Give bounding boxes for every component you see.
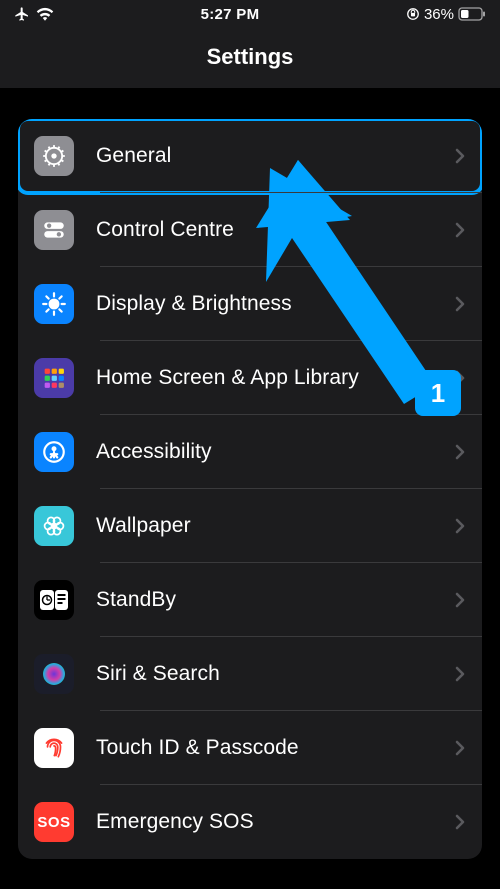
wifi-icon (36, 7, 54, 21)
control-centre-icon (34, 210, 74, 250)
row-label: Control Centre (96, 218, 454, 242)
row-label: Siri & Search (96, 662, 454, 686)
row-label: General (96, 144, 454, 168)
settings-row-general[interactable]: General (18, 119, 482, 193)
siri-icon (34, 654, 74, 694)
settings-row-accessibility[interactable]: Accessibility (18, 415, 482, 489)
battery-percent: 36% (424, 6, 454, 23)
settings-row-siri[interactable]: Siri & Search (18, 637, 482, 711)
settings-row-control-centre[interactable]: Control Centre (18, 193, 482, 267)
status-left (14, 6, 54, 22)
chevron-right-icon (454, 369, 466, 387)
standby-icon (34, 580, 74, 620)
orientation-lock-icon (406, 7, 420, 21)
status-right: 36% (406, 6, 486, 23)
row-label: Home Screen & App Library (96, 366, 454, 390)
row-label: Accessibility (96, 440, 454, 464)
home-screen-icon (34, 358, 74, 398)
chevron-right-icon (454, 221, 466, 239)
status-bar: 5:27 PM 36% (0, 0, 500, 28)
settings-row-display[interactable]: Display & Brightness (18, 267, 482, 341)
airplane-icon (14, 6, 30, 22)
display-icon (34, 284, 74, 324)
chevron-right-icon (454, 147, 466, 165)
row-label: Wallpaper (96, 514, 454, 538)
status-time: 5:27 PM (201, 6, 260, 23)
chevron-right-icon (454, 665, 466, 683)
chevron-right-icon (454, 591, 466, 609)
settings-row-sos[interactable]: SOS Emergency SOS (18, 785, 482, 859)
row-label: StandBy (96, 588, 454, 612)
sos-icon: SOS (34, 802, 74, 842)
chevron-right-icon (454, 295, 466, 313)
general-icon (34, 136, 74, 176)
chevron-right-icon (454, 443, 466, 461)
chevron-right-icon (454, 517, 466, 535)
settings-row-standby[interactable]: StandBy (18, 563, 482, 637)
row-label: Emergency SOS (96, 810, 454, 834)
row-label: Touch ID & Passcode (96, 736, 454, 760)
accessibility-icon (34, 432, 74, 472)
touchid-icon (34, 728, 74, 768)
chevron-right-icon (454, 813, 466, 831)
settings-row-wallpaper[interactable]: Wallpaper (18, 489, 482, 563)
row-label: Display & Brightness (96, 292, 454, 316)
settings-row-home-screen[interactable]: Home Screen & App Library (18, 341, 482, 415)
chevron-right-icon (454, 739, 466, 757)
wallpaper-icon (34, 506, 74, 546)
battery-icon (458, 7, 486, 21)
settings-row-touchid[interactable]: Touch ID & Passcode (18, 711, 482, 785)
page-title: Settings (0, 44, 500, 70)
settings-header: Settings (0, 28, 500, 89)
